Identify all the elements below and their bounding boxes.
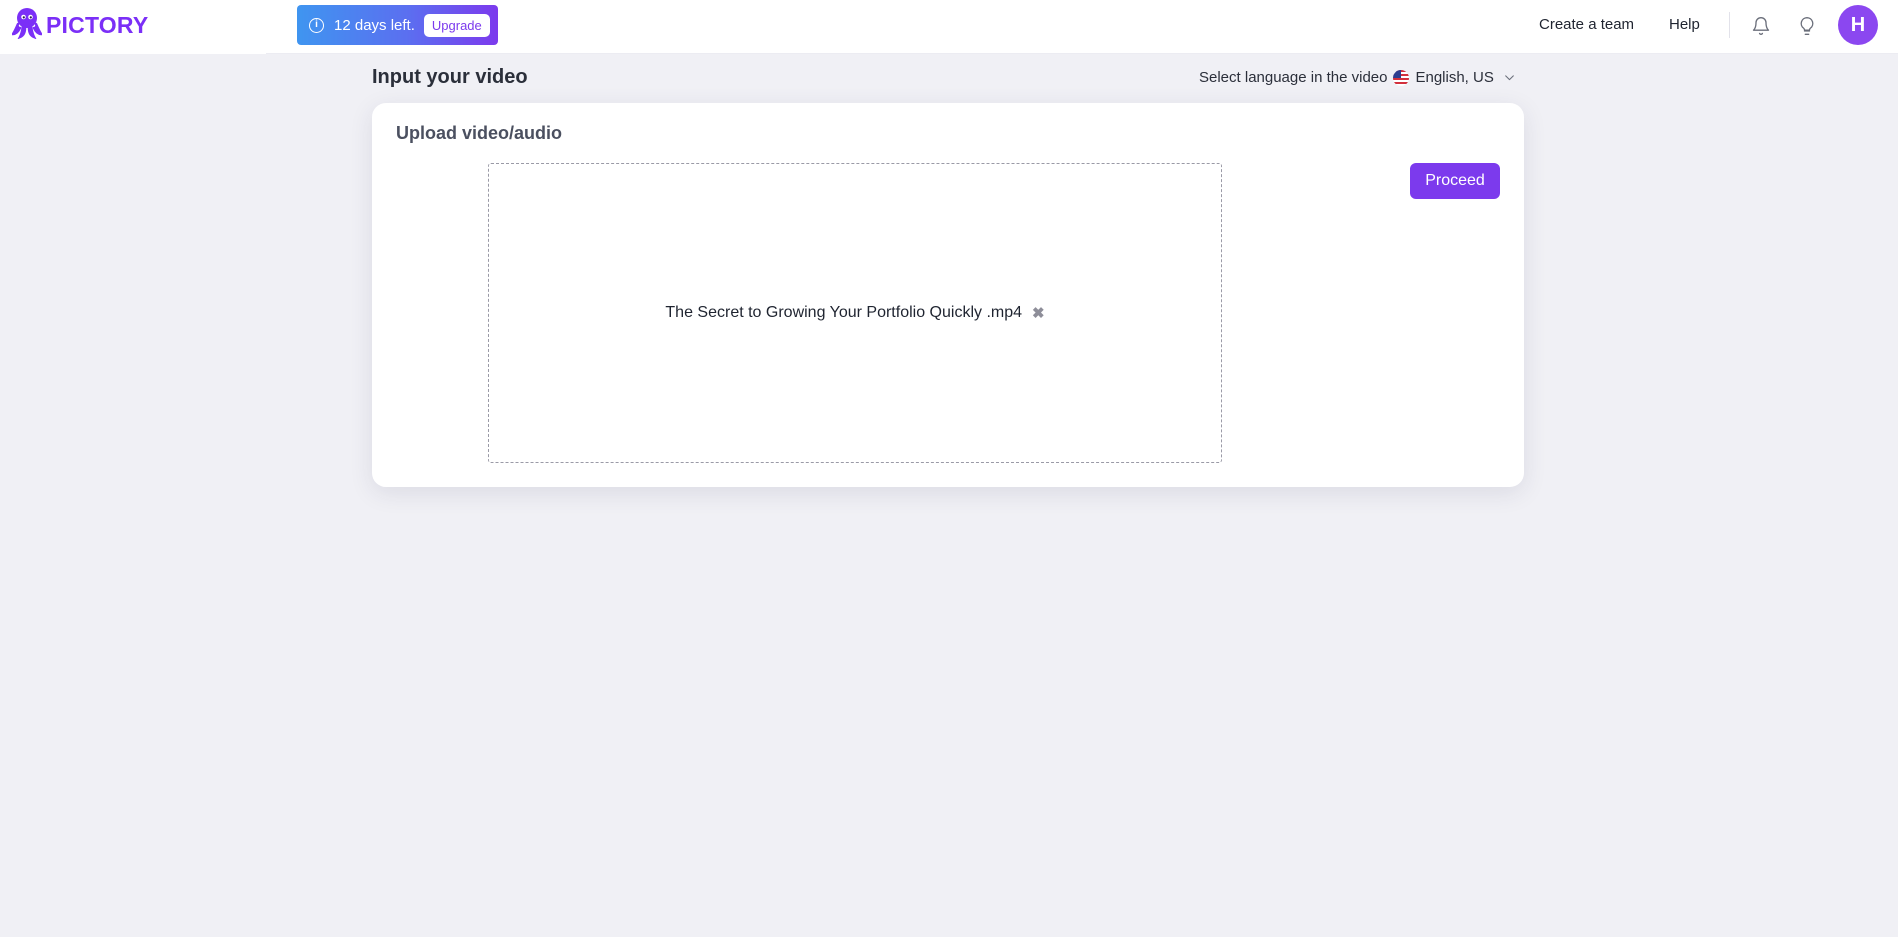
- trial-days-left: 12 days left.: [334, 16, 415, 34]
- user-avatar[interactable]: H: [1838, 5, 1878, 45]
- header-divider: [1729, 12, 1730, 38]
- chevron-down-icon: [1503, 71, 1516, 84]
- pictory-logo[interactable]: PICTORY: [10, 7, 149, 44]
- bell-icon[interactable]: [1749, 14, 1773, 38]
- remove-file-icon[interactable]: ✖: [1032, 304, 1045, 322]
- page-title: Input your video: [372, 66, 528, 88]
- upload-card-title: Upload video/audio: [396, 123, 563, 143]
- language-value: English, US: [1415, 69, 1494, 86]
- file-name: The Secret to Growing Your Portfolio Qui…: [665, 304, 1023, 321]
- proceed-button[interactable]: Proceed: [1410, 163, 1500, 199]
- uploaded-file: The Secret to Growing Your Portfolio Qui…: [665, 304, 1044, 322]
- upload-card: Upload video/audio The Secret to Growing…: [372, 103, 1524, 487]
- header-right-panel: [266, 0, 1898, 54]
- info-icon: i: [309, 17, 324, 33]
- lightbulb-icon[interactable]: [1795, 14, 1819, 38]
- upload-dropzone[interactable]: The Secret to Growing Your Portfolio Qui…: [488, 163, 1222, 463]
- upgrade-button[interactable]: Upgrade: [423, 13, 490, 37]
- help-link[interactable]: Help: [1669, 16, 1700, 33]
- language-selector[interactable]: Select language in the video English, US: [1199, 69, 1516, 86]
- octopus-logo-icon: [10, 7, 44, 44]
- logo-text: PICTORY: [46, 11, 149, 38]
- language-prompt: Select language in the video: [1199, 69, 1388, 86]
- top-navigation-bar: PICTORY i 12 days left. Upgrade Create a…: [0, 0, 1898, 54]
- create-team-link[interactable]: Create a team: [1539, 16, 1634, 33]
- trial-banner: i 12 days left. Upgrade: [297, 5, 498, 45]
- us-flag-icon: [1393, 69, 1410, 86]
